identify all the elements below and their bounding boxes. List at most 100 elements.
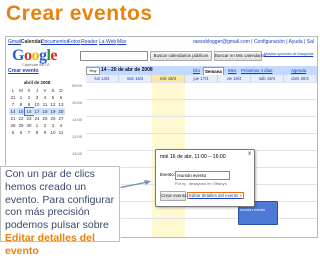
tab-mes[interactable]: Mes xyxy=(228,67,236,74)
mini-calendar-day[interactable]: 2 xyxy=(41,122,49,129)
mini-calendar-day[interactable]: 12 xyxy=(49,101,57,108)
nav-calendar[interactable]: Calendar xyxy=(21,39,42,45)
hour-label: 10:00 xyxy=(71,100,82,105)
mini-calendar-day[interactable]: 5 xyxy=(9,129,17,136)
mini-calendar-day[interactable]: 15 xyxy=(17,108,25,115)
mini-calendar-day[interactable]: 16 xyxy=(24,107,34,116)
create-event-button[interactable]: Crear evento xyxy=(160,191,186,201)
tab-agenda[interactable]: Agenda xyxy=(291,67,306,74)
mini-calendar-day[interactable]: 7 xyxy=(25,129,33,136)
day-column-header[interactable]: mié 16/4 xyxy=(152,75,185,82)
today-button[interactable]: Hoy xyxy=(86,67,100,75)
tab-dia[interactable]: Día xyxy=(193,67,200,74)
hour-label: 11:00 xyxy=(72,117,82,122)
day-column-header[interactable]: vie 18/4 xyxy=(218,75,251,82)
mini-calendar-weekday: D xyxy=(59,88,63,93)
mini-calendar-day[interactable]: 9 xyxy=(25,101,33,108)
mini-calendar-day[interactable]: 9 xyxy=(41,129,49,136)
day-column-header[interactable]: jue 17/4 xyxy=(185,75,218,82)
nav-documentos[interactable]: Documentos xyxy=(41,39,69,45)
mini-calendar-day[interactable]: 26 xyxy=(49,115,57,122)
mini-calendar-day[interactable]: 14 xyxy=(9,108,17,115)
mini-calendar-day[interactable]: 4 xyxy=(41,94,49,101)
mini-calendar-day[interactable]: 3 xyxy=(49,122,57,129)
event-name-input[interactable]: reunión evento xyxy=(175,171,230,180)
mini-calendar-day[interactable]: 5 xyxy=(49,94,57,101)
mini-calendar-day[interactable]: 19 xyxy=(49,108,57,115)
quick-add-bubble: x mié 16 de abr, 11:00 – 16:00 Evento: r… xyxy=(155,149,255,207)
mini-calendar-day[interactable]: 22 xyxy=(17,115,25,122)
caption-text: Con un par de clics hemos creado un even… xyxy=(5,168,117,258)
mini-calendar-weekday: M xyxy=(19,88,23,93)
mini-calendar-day[interactable]: 21 xyxy=(9,115,17,122)
search-input[interactable] xyxy=(80,51,148,61)
mini-calendar: abril de 2008 L M X J V S D 31 1 2 3 4 5 6 7 8 9 10 11 12 13… xyxy=(9,80,65,144)
mini-calendar-day[interactable]: 2 xyxy=(25,94,33,101)
nav-mas[interactable]: Más xyxy=(117,39,126,45)
mini-calendar-day[interactable]: 4 xyxy=(57,122,65,129)
mini-calendar-day[interactable]: 28 xyxy=(9,122,17,129)
hour-row[interactable]: 17:00 xyxy=(72,218,317,236)
tab-proximos-4-dias[interactable]: Próximos 4 días xyxy=(241,67,272,74)
mini-calendar-day[interactable]: 10 xyxy=(49,129,57,136)
tab-semana[interactable]: Semana xyxy=(203,67,224,75)
hour-row[interactable]: 09:00 xyxy=(72,82,317,100)
slide-title: Crear eventos xyxy=(6,2,153,25)
day-column-header[interactable]: sáb 19/4 xyxy=(251,75,284,82)
hour-row[interactable]: 10:00 xyxy=(72,99,317,117)
mini-calendar-day[interactable]: 17 xyxy=(33,108,41,115)
nav-reader[interactable]: Reader xyxy=(81,39,97,45)
mini-calendar-day[interactable]: 8 xyxy=(33,129,41,136)
mini-calendar-day[interactable]: 11 xyxy=(41,101,49,108)
mini-calendar-weekday: V xyxy=(43,88,47,93)
mini-calendar-day[interactable]: 1 xyxy=(33,122,41,129)
mini-calendar-day[interactable]: 30 xyxy=(25,122,33,129)
logo-search-row: Google Calendar BETA Buscar calendarios … xyxy=(6,47,317,67)
mini-calendar-day[interactable]: 27 xyxy=(57,115,65,122)
top-navigation: Gmail Calendar Documentos Fotos Reader L… xyxy=(6,37,317,47)
nav-gmail[interactable]: Gmail xyxy=(8,39,21,45)
mini-calendar-day[interactable]: 11 xyxy=(57,129,65,136)
date-range: 14 - 20 de abr de 2008 xyxy=(101,67,153,73)
mini-calendar-day[interactable]: 20 xyxy=(57,108,65,115)
mini-calendar-day[interactable]: 6 xyxy=(17,129,25,136)
mini-calendar-month: abril de 2008 xyxy=(23,80,51,85)
mini-calendar-day[interactable]: 13 xyxy=(57,101,65,108)
bubble-date: mié 16 de abr, 11:00 – 16:00 xyxy=(160,154,226,160)
mini-calendar-weekday: L xyxy=(11,88,15,93)
mini-calendar-day[interactable]: 31 xyxy=(9,94,17,101)
close-icon[interactable]: x xyxy=(248,151,251,157)
mini-calendar-day[interactable]: 25 xyxy=(41,115,49,122)
mini-calendar-day[interactable]: 24 xyxy=(33,115,41,122)
mini-calendar-day[interactable]: 23 xyxy=(25,115,33,122)
event-chip-title: reunión evento xyxy=(240,208,266,212)
mini-calendar-day[interactable]: 7 xyxy=(9,101,17,108)
edit-event-details-link[interactable]: Editar detalles del evento » xyxy=(187,192,244,199)
search-mine-button[interactable]: Buscar en Mis calendarios xyxy=(214,51,267,61)
mini-calendar-day[interactable]: 29 xyxy=(17,122,25,129)
account-links[interactable]: raesoblogger@gmail.com | Configuración |… xyxy=(193,39,314,45)
hour-row[interactable]: 11:00 xyxy=(72,116,317,134)
mini-calendar-weekday: J xyxy=(35,88,39,93)
mini-calendar-weekday: S xyxy=(51,88,55,93)
create-event-link[interactable]: Crear evento xyxy=(8,68,39,74)
day-column-header[interactable]: mar 15/4 xyxy=(119,75,152,82)
mini-calendar-day[interactable]: 1 xyxy=(17,94,25,101)
mini-calendar-day[interactable]: 6 xyxy=(57,94,65,101)
mini-calendar-day[interactable]: 18 xyxy=(41,108,49,115)
caption-highlight: Editar detalles del evento xyxy=(5,231,95,257)
day-column-header[interactable]: dom 20/4 xyxy=(284,75,317,82)
search-options-link[interactable]: Mostrar opciones de búsqueda xyxy=(264,52,313,56)
mini-calendar-weekday: X xyxy=(27,88,31,93)
mini-calendar-day[interactable]: 8 xyxy=(17,101,25,108)
mini-calendar-day[interactable]: 3 xyxy=(33,94,41,101)
caption-text-plain: Con un par de clics hemos creado un even… xyxy=(5,168,115,232)
event-label: Evento: xyxy=(160,172,175,177)
event-example: Por ej., desayuno en Tiffany's xyxy=(175,181,228,186)
mini-calendar-day[interactable]: 10 xyxy=(33,101,41,108)
day-column-header[interactable]: lun 14/4 xyxy=(86,75,119,82)
search-public-button[interactable]: Buscar calendarios públicos xyxy=(150,51,212,61)
nav-fotos[interactable]: Fotos xyxy=(68,39,81,45)
hour-label: 09:00 xyxy=(71,83,82,88)
nav-la-web[interactable]: La Web xyxy=(99,39,116,45)
